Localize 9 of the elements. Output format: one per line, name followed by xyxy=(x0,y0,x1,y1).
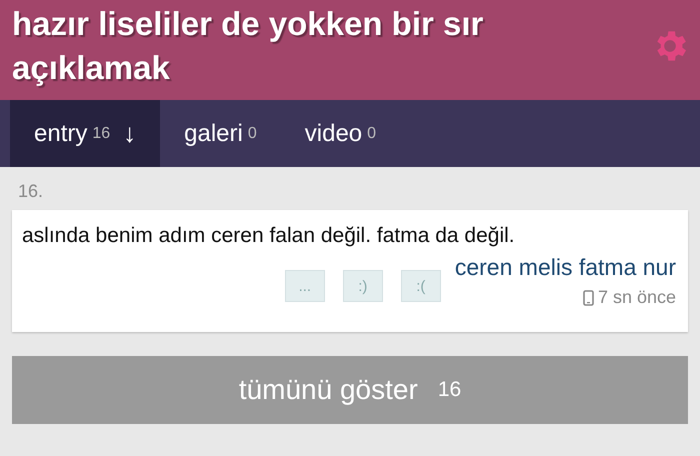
entry-time: 7 sn önce xyxy=(598,287,676,308)
phone-icon xyxy=(582,290,594,306)
author-link[interactable]: ceren melis fatma nur xyxy=(454,254,676,281)
entry-number: 16. xyxy=(17,180,44,196)
entry-text: aslında benim adım ceren falan değil. fatma da değil. xyxy=(22,224,516,248)
tab[interactable]: galeri 0 xyxy=(160,100,281,167)
tab[interactable]: video 0 xyxy=(280,100,400,167)
tab[interactable]: entry 16 ↓ xyxy=(10,100,160,167)
topic-title: hazır liseliler de yokken bir sır açıklamak xyxy=(12,4,484,88)
